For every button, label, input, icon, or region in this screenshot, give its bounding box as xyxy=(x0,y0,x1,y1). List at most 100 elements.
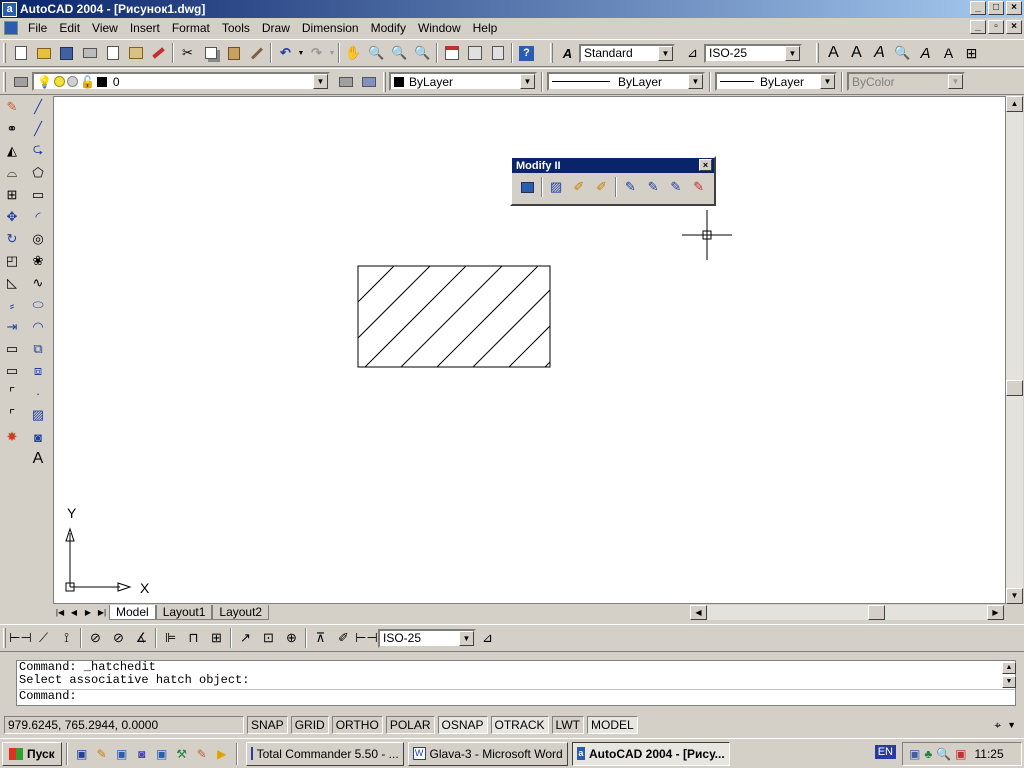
multiline-text-tool-icon[interactable]: A xyxy=(27,448,49,470)
next-tab-icon[interactable]: ▶ xyxy=(81,606,95,620)
menu-tools[interactable]: Tools xyxy=(216,21,256,35)
explode-icon[interactable]: ✸ xyxy=(1,426,23,448)
arc-icon[interactable]: ◜ xyxy=(27,206,49,228)
publish-icon[interactable] xyxy=(124,42,147,64)
scroll-right-icon[interactable]: ▶ xyxy=(987,605,1004,620)
tool-palettes-icon[interactable] xyxy=(486,42,509,64)
hscroll-thumb[interactable] xyxy=(868,605,885,620)
quicklaunch-autocad2-icon[interactable]: ▣ xyxy=(152,744,172,764)
task-word[interactable]: W Glava-3 - Microsoft Word xyxy=(407,741,568,766)
layer-manager-icon[interactable] xyxy=(9,71,32,93)
doc-close-button[interactable]: × xyxy=(1006,20,1022,34)
first-tab-icon[interactable]: |◀ xyxy=(53,606,67,620)
stretch-icon[interactable]: ◺ xyxy=(1,272,23,294)
scale-text-icon[interactable]: A xyxy=(937,42,960,64)
justify-text-icon[interactable]: ⊞ xyxy=(960,42,983,64)
chevron-down-icon[interactable]: ▼ xyxy=(520,74,535,89)
menu-window[interactable]: Window xyxy=(412,21,467,35)
draw-order-icon[interactable] xyxy=(516,176,539,198)
lock-icon[interactable]: 🔓 xyxy=(80,75,95,89)
start-button[interactable]: Пуск xyxy=(2,741,62,766)
copy-object-icon[interactable]: ⚭ xyxy=(1,118,23,140)
array-icon[interactable]: ⊞ xyxy=(1,184,23,206)
hatch-icon[interactable]: ▨ xyxy=(27,404,49,426)
open-icon[interactable] xyxy=(32,42,55,64)
snap-toggle[interactable]: SNAP xyxy=(247,716,288,734)
quicklaunch-tool-icon[interactable]: ⚒ xyxy=(172,744,192,764)
quicklaunch-app-icon[interactable]: ◙ xyxy=(132,744,152,764)
chevron-down-icon[interactable]: ▼ xyxy=(459,630,474,646)
design-center-icon[interactable] xyxy=(463,42,486,64)
text-style-icon[interactable]: A xyxy=(556,42,579,64)
menu-modify[interactable]: Modify xyxy=(365,21,412,35)
polar-toggle[interactable]: POLAR xyxy=(385,716,435,734)
edit-text-icon[interactable]: A xyxy=(868,42,891,64)
match-properties-icon[interactable] xyxy=(245,42,268,64)
communication-center-icon[interactable]: ⌖ xyxy=(994,718,1001,733)
make-object-layer-current-icon[interactable] xyxy=(334,71,357,93)
undo-icon[interactable]: ↶ xyxy=(274,42,297,64)
insert-block-icon[interactable]: ⧉ xyxy=(27,338,49,360)
diameter-dim-icon[interactable]: ⊘ xyxy=(107,627,130,649)
pan-icon[interactable]: ✋ xyxy=(342,42,365,64)
offset-icon[interactable]: ⌓ xyxy=(1,162,23,184)
menu-view[interactable]: View xyxy=(86,21,124,35)
chevron-down-icon[interactable]: ▼ xyxy=(313,74,328,89)
toolbar-grip[interactable] xyxy=(3,628,6,648)
chevron-down-icon[interactable]: ▼ xyxy=(688,74,703,89)
scroll-up-icon[interactable]: ▲ xyxy=(1006,96,1023,112)
chamfer-icon[interactable]: ⌜ xyxy=(1,382,23,404)
cut-icon[interactable]: ✂ xyxy=(176,42,199,64)
vertical-scrollbar[interactable]: ▲ ▼ xyxy=(1006,96,1023,604)
tolerance-icon[interactable]: ⊡ xyxy=(257,627,280,649)
dim-text-edit-icon[interactable]: ✐ xyxy=(332,627,355,649)
ordinate-dim-icon[interactable]: ⟟ xyxy=(55,627,78,649)
freeze-viewport-icon[interactable] xyxy=(66,76,78,87)
cmd-scroll-down-icon[interactable]: ▼ xyxy=(1002,676,1016,688)
save-icon[interactable] xyxy=(55,42,78,64)
menu-file[interactable]: File xyxy=(22,21,53,35)
dim-update-icon[interactable]: ⊢⊣ xyxy=(355,627,378,649)
menu-format[interactable]: Format xyxy=(166,21,216,35)
zoom-window-icon[interactable]: 🔍 xyxy=(388,42,411,64)
circle-icon[interactable]: ◎ xyxy=(27,228,49,250)
baseline-dim-icon[interactable]: ⊓ xyxy=(182,627,205,649)
ortho-toggle[interactable]: ORTHO xyxy=(331,716,383,734)
text-style-select[interactable]: Standard ▼ xyxy=(579,43,675,63)
cmd-scroll-up-icon[interactable]: ▲ xyxy=(1002,662,1016,674)
scroll-thumb[interactable] xyxy=(1006,380,1023,396)
modify2-toolbar[interactable]: Modify II × ▨ ✐ ✐ ✎ ✎ ✎ ✎ xyxy=(510,156,716,206)
linetype-select[interactable]: ByLayer ▼ xyxy=(547,72,705,91)
revision-cloud-icon[interactable]: ❀ xyxy=(27,250,49,272)
help-icon[interactable]: ? xyxy=(515,42,538,64)
break-at-point-icon[interactable]: ▭ xyxy=(1,338,23,360)
dim-style-select[interactable]: ISO-25 ▼ xyxy=(704,43,802,63)
color-select[interactable]: ByLayer ▼ xyxy=(389,72,537,91)
move-icon[interactable]: ✥ xyxy=(1,206,23,228)
modify2-close-button[interactable]: × xyxy=(699,159,712,171)
undo-dropdown-icon[interactable]: ▼ xyxy=(297,42,305,64)
extend-icon[interactable]: ⇥ xyxy=(1,316,23,338)
chevron-down-icon[interactable]: ▼ xyxy=(785,45,800,61)
linear-dim-icon[interactable]: ⊢⊣ xyxy=(9,627,32,649)
erase-icon[interactable]: ✎ xyxy=(1,96,23,118)
last-tab-icon[interactable]: ▶| xyxy=(95,606,109,620)
point-icon[interactable]: · xyxy=(27,382,49,404)
ellipse-arc-icon[interactable]: ◠ xyxy=(27,316,49,338)
task-autocad[interactable]: a AutoCAD 2004 - [Рису... xyxy=(571,741,730,766)
quick-dim-icon[interactable]: ⊫ xyxy=(159,627,182,649)
multiline-text-icon[interactable]: A xyxy=(845,42,868,64)
edit-attribute-icon[interactable]: ✎ xyxy=(619,176,642,198)
light-bulb-icon[interactable]: 💡 xyxy=(37,75,52,89)
clock[interactable]: 11:25 xyxy=(975,747,1004,761)
quick-leader-icon[interactable]: ↗ xyxy=(234,627,257,649)
block-attribute-manager-icon[interactable]: ✎ xyxy=(642,176,665,198)
chevron-down-icon[interactable]: ▼ xyxy=(658,45,673,61)
mirror-icon[interactable]: ◭ xyxy=(1,140,23,162)
osnap-toggle[interactable]: OSNAP xyxy=(437,716,488,734)
edit-spline-icon[interactable]: ✐ xyxy=(590,176,613,198)
edit-hatch-icon[interactable]: ▨ xyxy=(545,176,568,198)
model-toggle[interactable]: MODEL xyxy=(586,716,638,734)
menu-draw[interactable]: Draw xyxy=(256,21,296,35)
zoom-previous-icon[interactable]: 🔍 xyxy=(411,42,434,64)
